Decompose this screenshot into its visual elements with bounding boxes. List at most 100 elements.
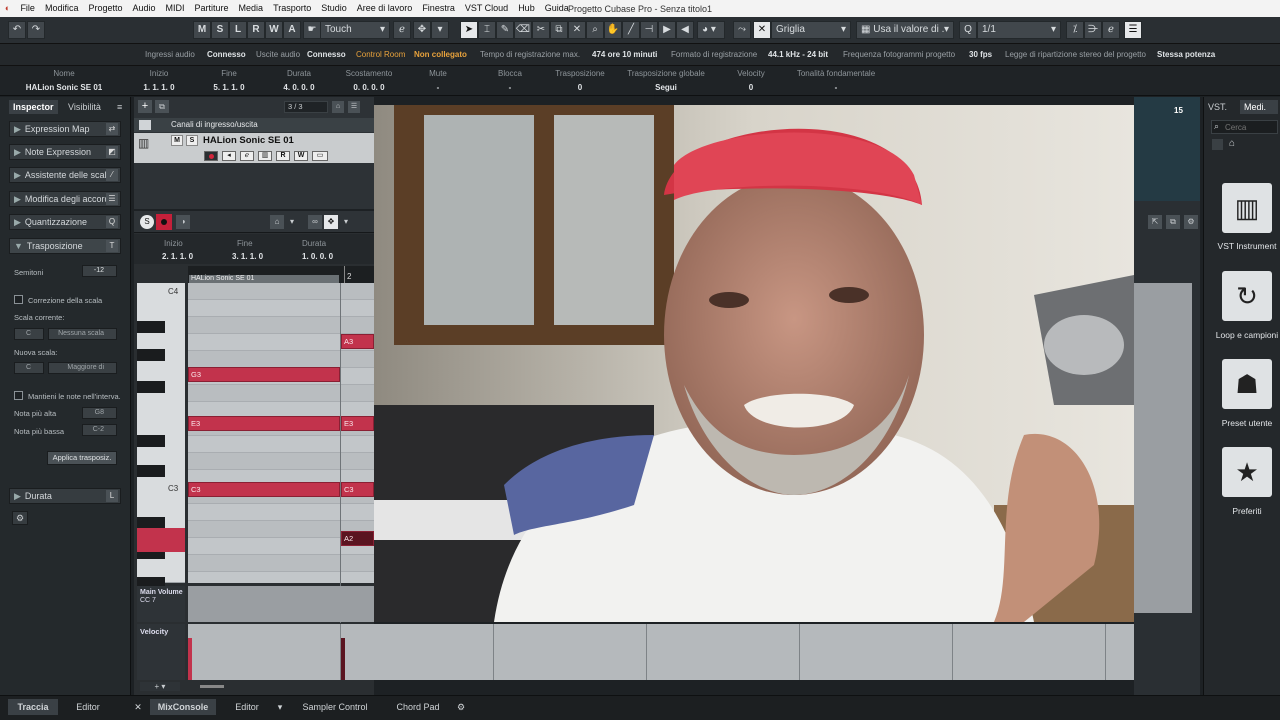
tab-media[interactable]: Medi. <box>1240 100 1278 114</box>
quantize-type-select[interactable]: ▦ Usa il valore di . ▾ <box>856 21 954 39</box>
loops-tile[interactable]: ↻ <box>1222 271 1272 321</box>
monitor-button[interactable]: ◂ <box>222 151 236 161</box>
editor-length-value[interactable]: 1. 0. 0. 0 <box>302 252 333 261</box>
new-key-select[interactable]: C <box>14 362 44 374</box>
acoustic-feedback-icon[interactable]: ◑ <box>176 215 190 229</box>
iterative-quantize-icon[interactable]: ⋺ <box>1084 21 1102 39</box>
pencil-tool-icon[interactable]: ✎ <box>496 21 514 39</box>
write-mode-button[interactable]: W <box>265 21 283 39</box>
scale-correction-checkbox[interactable] <box>14 295 23 304</box>
mute-button[interactable]: M <box>171 135 183 146</box>
section-quantize[interactable]: ▶ Quantizzazione Q <box>9 214 121 230</box>
note[interactable]: C3 <box>188 482 340 497</box>
section-expression-map[interactable]: ▶ Expression Map ⇄ <box>9 121 121 137</box>
cubase-logo-icon[interactable]: ◐ <box>0 0 15 17</box>
hand-tool-icon[interactable]: ✋ <box>604 21 622 39</box>
menu-file[interactable]: File <box>15 0 40 17</box>
black-key[interactable] <box>137 321 165 333</box>
vst-instrument-tile[interactable]: ▥ <box>1222 183 1272 233</box>
chevron-down-icon[interactable]: ▾ <box>431 21 449 39</box>
snap-type-icon[interactable]: ✕ <box>753 21 771 39</box>
quantize-icon[interactable]: Q <box>959 21 977 39</box>
chevron-down-icon[interactable]: ▾ <box>274 699 286 715</box>
window-icon[interactable]: ⧉ <box>1166 215 1180 229</box>
info-mute[interactable]: Mute - <box>408 69 468 92</box>
menu-vst-cloud[interactable]: VST Cloud <box>460 0 513 17</box>
link-icon[interactable]: ∞ <box>308 215 322 229</box>
tab-track[interactable]: Traccia <box>8 699 58 715</box>
drag-icon[interactable]: ✥ <box>324 215 338 229</box>
link-icon[interactable]: ℯ <box>393 21 411 39</box>
media-search[interactable]: ⌕ <box>1211 120 1278 134</box>
snap-mode-select[interactable]: Griglia ▾ <box>771 21 851 39</box>
section-note-expression[interactable]: ▶ Note Expression ◩ <box>9 144 121 160</box>
line-tool-icon[interactable]: ╱ <box>622 21 640 39</box>
layout-icon[interactable]: ☰ <box>1124 21 1142 39</box>
tab-sampler-control[interactable]: Sampler Control <box>292 699 378 715</box>
black-key[interactable] <box>137 349 165 361</box>
tab-editor-left[interactable]: Editor <box>62 699 114 715</box>
gear-icon[interactable]: ⚙ <box>1184 215 1198 229</box>
tab-chord-pad[interactable]: Chord Pad <box>386 699 450 715</box>
scissors-tool-icon[interactable]: ✂ <box>532 21 550 39</box>
close-icon[interactable]: ✕ <box>130 699 146 715</box>
user-presets-tile[interactable]: ☗ <box>1222 359 1272 409</box>
menu-audio[interactable]: Audio <box>128 0 161 17</box>
redo-button[interactable]: ↷ <box>27 21 45 39</box>
list-icon[interactable]: ☰ <box>348 101 360 113</box>
search-input[interactable] <box>1225 121 1275 133</box>
edit-channel-button[interactable]: ℯ <box>240 151 254 161</box>
tab-inspector[interactable]: Inspector <box>9 100 58 114</box>
instrument-track[interactable]: ▥ M S HALion Sonic SE 01 ◂ ℯ ▥ R W ▭ <box>134 133 374 163</box>
quantize-link-icon[interactable]: ℯ <box>1102 21 1120 39</box>
apply-transpose-button[interactable]: Applica trasposiz. <box>47 451 117 465</box>
note[interactable]: E3 <box>188 416 340 431</box>
info-transpose[interactable]: Trasposizione 0 <box>550 69 610 92</box>
arrow-tool-icon[interactable]: ➤ <box>460 21 478 39</box>
home-icon[interactable]: ⌂ <box>1229 138 1235 149</box>
info-velocity[interactable]: Velocity 0 <box>722 69 780 92</box>
velocity-lane-header[interactable]: Velocity <box>137 624 185 680</box>
section-transpose[interactable]: ▼ Trasposizione T <box>9 238 121 254</box>
open-editor-icon[interactable]: ⇱ <box>1148 215 1162 229</box>
chevron-down-icon[interactable]: ▾ <box>286 215 298 229</box>
gear-icon[interactable]: ⚙ <box>454 699 468 715</box>
info-root-key[interactable]: Tonalità fondamentale - <box>790 69 882 92</box>
mute-mode-button[interactable]: M <box>193 21 211 39</box>
add-lane-button[interactable]: + ▾ <box>140 682 180 691</box>
velocity-bar[interactable] <box>188 638 192 680</box>
current-key-select[interactable]: C <box>14 328 44 340</box>
menu-hub[interactable]: Hub <box>513 0 540 17</box>
speaker-tool-icon[interactable]: ◀ <box>676 21 694 39</box>
note[interactable]: A3 <box>341 334 374 349</box>
eraser-tool-icon[interactable]: ⌫ <box>514 21 532 39</box>
menu-aree-di-lavoro[interactable]: Aree di lavoro <box>352 0 418 17</box>
lanes-button[interactable]: ▭ <box>312 151 328 161</box>
solo-button[interactable]: S <box>186 135 198 146</box>
info-lock[interactable]: Blocca - <box>480 69 540 92</box>
chevron-down-icon[interactable]: ▾ <box>340 215 352 229</box>
swing-icon[interactable]: ⁒ <box>1066 21 1084 39</box>
highest-note-field[interactable]: G8 <box>82 407 117 419</box>
automation-mode-select[interactable]: Touch ▾ <box>320 21 390 39</box>
black-key[interactable] <box>137 465 165 477</box>
folder-track[interactable]: Canali di ingresso/uscita <box>134 118 374 132</box>
black-key[interactable] <box>137 381 165 393</box>
range-tool-icon[interactable]: ⌶ <box>478 21 496 39</box>
back-icon[interactable] <box>1212 139 1223 150</box>
menu-media[interactable]: Media <box>234 0 269 17</box>
glue-tool-icon[interactable]: ⧉ <box>550 21 568 39</box>
info-global-transpose[interactable]: Trasposizione globale Segui <box>620 69 712 92</box>
note[interactable]: G3 <box>188 367 340 382</box>
color-menu-button[interactable]: ◕ ▾ <box>697 21 725 39</box>
write-automation-button[interactable]: W <box>294 151 308 161</box>
editor-ruler[interactable]: 2 HALion Sonic SE 01 <box>188 266 374 283</box>
tab-editor[interactable]: Editor <box>222 699 272 715</box>
editor-end-value[interactable]: 3. 1. 1. 0 <box>232 252 263 261</box>
keep-notes-checkbox[interactable] <box>14 391 23 400</box>
automation-mode-button[interactable]: A <box>283 21 301 39</box>
home-icon[interactable]: ⌂ <box>270 215 284 229</box>
track-presets-icon[interactable]: ⧉ <box>155 100 169 113</box>
favorites-tile[interactable]: ★ <box>1222 447 1272 497</box>
menu-finestra[interactable]: Finestra <box>417 0 460 17</box>
